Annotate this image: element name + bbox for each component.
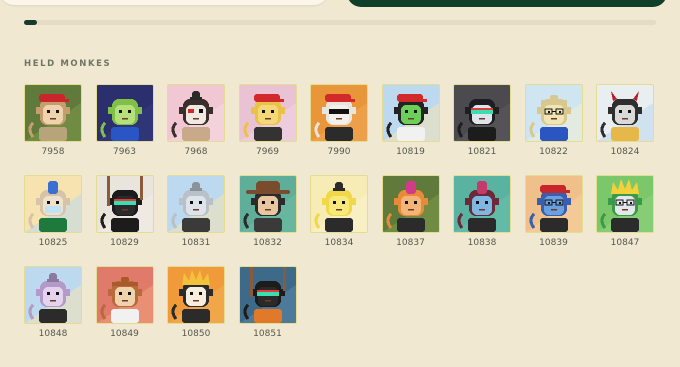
- primary-action-button[interactable]: [347, 0, 667, 7]
- monke-card[interactable]: 7958: [24, 84, 82, 167]
- monke-avatar-image: [453, 84, 511, 142]
- monke-avatar-image: [238, 84, 297, 142]
- monke-avatar-image: [238, 175, 297, 233]
- monke-number: 10824: [610, 147, 640, 157]
- monke-number: 7958: [41, 147, 65, 157]
- monke-avatar-image: [381, 84, 440, 142]
- monke-card[interactable]: 10849: [95, 266, 154, 349]
- monke-avatar-image: [24, 84, 82, 142]
- monke-number: 10822: [539, 147, 568, 157]
- monke-card[interactable]: 10839: [524, 175, 583, 258]
- monke-card[interactable]: 10838: [453, 175, 511, 258]
- monke-card[interactable]: 10829: [95, 175, 154, 258]
- monke-number: 10837: [396, 238, 425, 248]
- monke-avatar-image: [381, 175, 440, 233]
- monke-avatar-image: [310, 175, 368, 233]
- monke-card[interactable]: 10847: [596, 175, 654, 258]
- monke-avatar-image: [167, 84, 225, 142]
- monke-number: 7990: [327, 147, 351, 157]
- monke-number: 10834: [324, 238, 354, 248]
- monke-avatar-image: [524, 175, 583, 233]
- monke-card[interactable]: 10822: [524, 84, 583, 167]
- monke-avatar-image: [95, 175, 154, 233]
- monke-avatar-image: [167, 266, 225, 324]
- monke-avatar-image: [95, 84, 154, 142]
- monke-number: 10851: [253, 329, 282, 339]
- monke-card[interactable]: 10821: [453, 84, 511, 167]
- monke-number: 10850: [181, 329, 211, 339]
- monke-card[interactable]: 10848: [24, 266, 82, 349]
- monke-avatar-image: [24, 175, 82, 233]
- monke-avatar-image: [310, 84, 368, 142]
- monke-card[interactable]: 10831: [167, 175, 225, 258]
- monke-avatar-image: [24, 266, 82, 324]
- monke-grid: 7958 7963 7968 7969 7990 10819 10821 10822 10824…: [24, 84, 654, 349]
- progress-track: [24, 20, 656, 25]
- monke-card[interactable]: 10834: [310, 175, 368, 258]
- monke-number: 10839: [539, 238, 568, 248]
- monke-card[interactable]: 10850: [167, 266, 225, 349]
- monke-avatar-image: [596, 84, 654, 142]
- monke-avatar-image: [596, 175, 654, 233]
- monke-number: 10829: [110, 238, 139, 248]
- section-title: HELD MONKES: [24, 59, 112, 69]
- monke-avatar-image: [167, 175, 225, 233]
- monke-card[interactable]: 10832: [238, 175, 297, 258]
- monke-avatar-image: [524, 84, 583, 142]
- monke-card[interactable]: 10851: [238, 266, 297, 349]
- monke-number: 7963: [113, 147, 136, 157]
- monke-card[interactable]: 10837: [381, 175, 440, 258]
- monke-card[interactable]: 7963: [95, 84, 154, 167]
- monke-number: 10831: [181, 238, 211, 248]
- top-left-panel: [0, 0, 328, 5]
- monke-number: 10821: [467, 147, 497, 157]
- monke-card[interactable]: 7990: [310, 84, 368, 167]
- monke-number: 10849: [110, 329, 139, 339]
- monke-number: 10819: [396, 147, 425, 157]
- monke-avatar-image: [453, 175, 511, 233]
- monke-number: 7968: [184, 147, 208, 157]
- monke-card[interactable]: 10825: [24, 175, 82, 258]
- monke-number: 10832: [253, 238, 282, 248]
- monke-number: 10825: [38, 238, 68, 248]
- monke-number: 10847: [610, 238, 640, 248]
- monke-avatar-image: [238, 266, 297, 324]
- monke-card[interactable]: 7968: [167, 84, 225, 167]
- monke-card[interactable]: 10824: [596, 84, 654, 167]
- monke-number: 10838: [467, 238, 497, 248]
- monke-avatar-image: [95, 266, 154, 324]
- monke-card[interactable]: 7969: [238, 84, 297, 167]
- progress-indicator[interactable]: [24, 20, 37, 25]
- monke-number: 10848: [38, 329, 68, 339]
- monke-card[interactable]: 10819: [381, 84, 440, 167]
- monke-number: 7969: [256, 147, 279, 157]
